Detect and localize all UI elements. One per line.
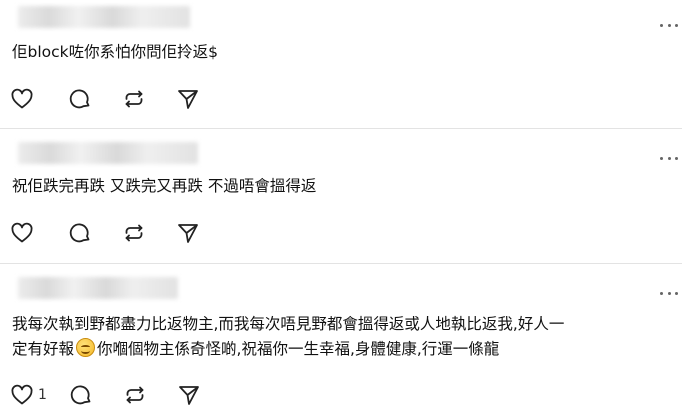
repost-button[interactable] [122, 86, 146, 112]
comment-text-line2b: 你嗰個物主係奇怪啲,祝福你一生幸福,身體健康,行運一條龍 [97, 340, 500, 358]
send-icon [178, 90, 198, 109]
reply-button[interactable] [68, 220, 92, 246]
reply-button[interactable] [69, 382, 93, 408]
like-button[interactable] [10, 220, 38, 246]
send-icon [178, 224, 198, 243]
repost-button[interactable] [123, 382, 147, 408]
more-options-icon[interactable] [660, 151, 678, 165]
comment-text-line2a: 定有好報 [12, 340, 75, 358]
action-bar: 1 [10, 382, 231, 408]
comment-post: 佢block咗你系怕你問佢拎返$ [0, 0, 682, 128]
blurred-username [18, 6, 190, 28]
repost-icon [126, 386, 144, 404]
repost-icon [125, 90, 143, 108]
comment-text: 祝佢跌完再跌 又跌完又再跌 不過唔會搵得返 [12, 177, 317, 195]
more-options-icon[interactable] [660, 286, 678, 300]
reply-button[interactable] [68, 86, 92, 112]
repost-button[interactable] [122, 220, 146, 246]
comment-text: 佢block咗你系怕你問佢拎返$ [12, 43, 218, 61]
heart-icon [11, 88, 33, 109]
like-button[interactable]: 1 [10, 382, 47, 408]
action-bar [10, 86, 230, 112]
share-button[interactable] [176, 86, 200, 112]
comment-text: 我每次執到野都盡力比返物主,而我每次唔見野都會搵得返或人地執比返我,好人一 定有好… [12, 312, 674, 362]
send-icon [179, 386, 199, 405]
comment-bubble-icon [69, 223, 90, 243]
comment-text-line1: 我每次執到野都盡力比返物主,而我每次唔見野都會搵得返或人地執比返我,好人一 [12, 315, 565, 333]
blurred-username [18, 277, 178, 299]
smiling-face-emoji [76, 338, 96, 357]
repost-icon [125, 224, 143, 242]
share-button[interactable] [177, 382, 201, 408]
heart-icon [11, 222, 33, 243]
blurred-username [18, 142, 198, 164]
like-button[interactable] [10, 86, 38, 112]
action-bar [10, 220, 230, 246]
comment-feed: 佢block咗你系怕你問佢拎返$ 祝佢跌完再跌 又跌完又再跌 不過唔會搵得返 我… [0, 0, 682, 414]
like-count: 1 [38, 387, 47, 403]
comment-bubble-icon [70, 385, 91, 405]
comment-bubble-icon [69, 89, 90, 109]
more-options-icon[interactable] [660, 18, 678, 32]
comment-post: 我每次執到野都盡力比返物主,而我每次唔見野都會搵得返或人地執比返我,好人一 定有好… [0, 264, 682, 414]
comment-post: 祝佢跌完再跌 又跌完又再跌 不過唔會搵得返 [0, 129, 682, 263]
heart-icon [11, 384, 33, 405]
share-button[interactable] [176, 220, 200, 246]
